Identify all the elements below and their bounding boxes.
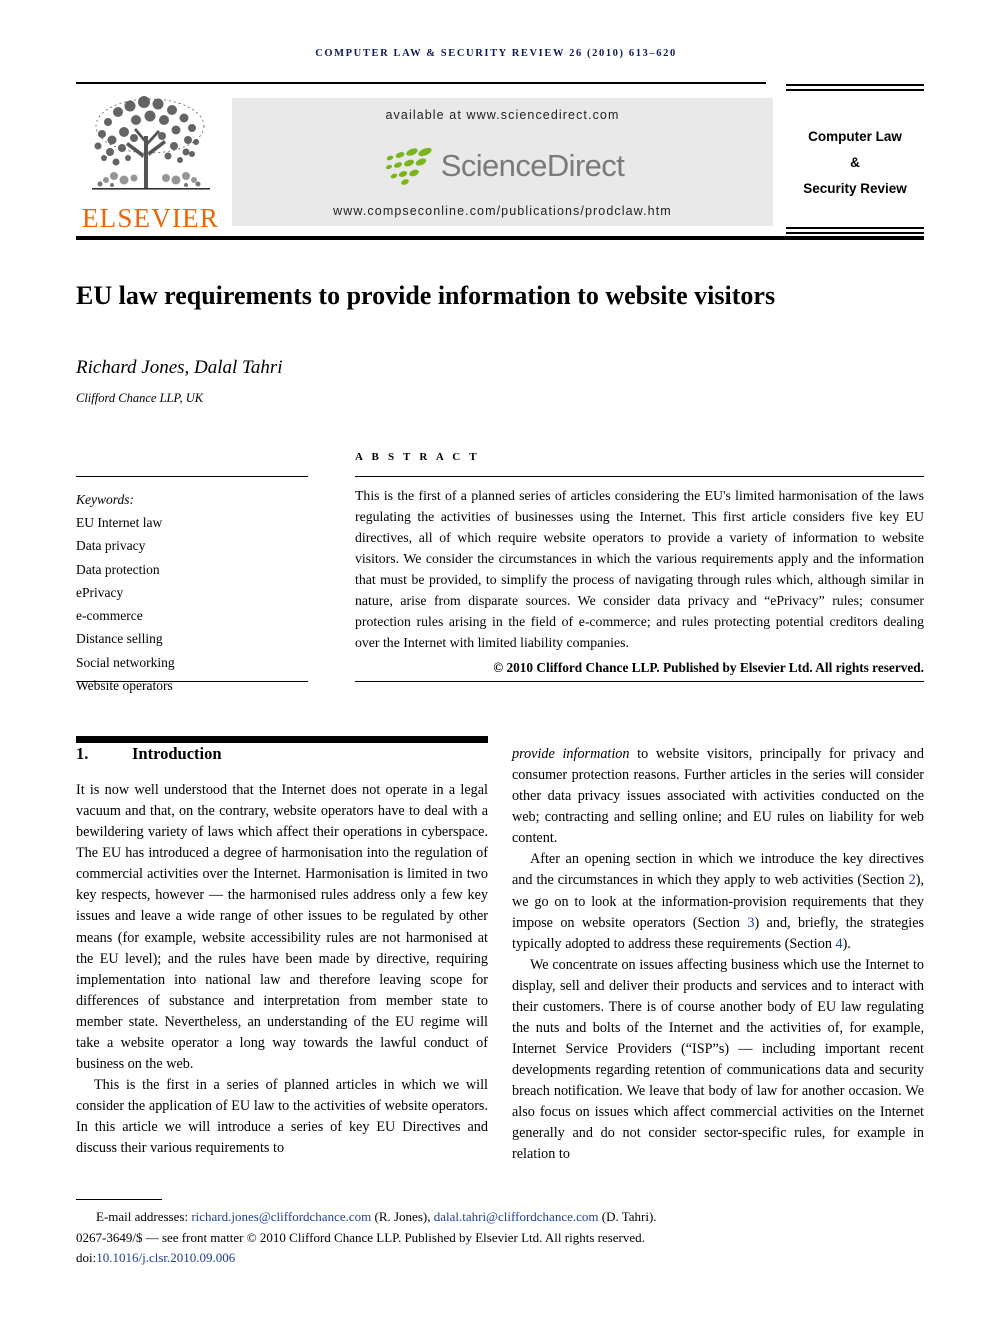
emphasis-text: provide information	[512, 746, 630, 762]
keyword-item: Data privacy	[76, 538, 146, 554]
section-4-link[interactable]: 4	[835, 936, 842, 952]
keywords-rule-top	[76, 476, 308, 477]
paragraph: This is the first in a series of planned…	[76, 1077, 488, 1157]
author-list: Richard Jones, Dalal Tahri	[76, 357, 283, 378]
journal-title-line-3: Security Review	[803, 181, 907, 197]
doi-line: doi:10.1016/j.clsr.2010.09.006	[76, 1248, 924, 1269]
abstract-label: A B S T R A C T	[355, 451, 480, 463]
section-2-link[interactable]: 2	[909, 872, 916, 888]
journal-title-box: Computer Law & Security Review	[786, 104, 924, 222]
email-attribution-tahri: (D. Tahri).	[601, 1209, 657, 1224]
elsevier-wordmark: ELSEVIER	[81, 203, 220, 233]
section-divider-bar	[76, 736, 488, 743]
paragraph: After an opening section in which we int…	[512, 849, 924, 954]
paragraph: provide information to website visitors,…	[512, 744, 924, 849]
sciencedirect-leaves-icon	[385, 147, 432, 185]
journal-title-ampersand: &	[850, 154, 860, 170]
paragraph: It is now well understood that the Inter…	[76, 782, 488, 1073]
body-column-left: It is now well understood that the Inter…	[76, 780, 488, 1159]
keyword-item: Website operators	[76, 677, 173, 693]
sciencedirect-band: available at www.sciencedirect.com Scien…	[232, 98, 773, 226]
section-number: 1.	[76, 744, 89, 763]
journal-box-rule-bottom-2	[786, 232, 924, 234]
keyword-item: Social networking	[76, 654, 175, 670]
issn-copyright-line: 0267-3649/$ — see front matter © 2010 Cl…	[76, 1229, 645, 1245]
paragraph-text: After an opening section in which we int…	[512, 851, 924, 889]
header-rule-left	[76, 82, 766, 84]
journal-title-line-1: Computer Law	[808, 128, 902, 144]
email-line: E-mail addresses: richard.jones@clifford…	[76, 1207, 924, 1228]
paragraph: We concentrate on issues affecting busin…	[512, 956, 924, 1163]
journal-article-page: Computer law & security review 26 (2010)…	[0, 0, 992, 1323]
abstract-copyright: © 2010 Clifford Chance LLP. Published by…	[493, 660, 924, 675]
doi-label: doi:	[76, 1250, 97, 1266]
email-attribution-jones: (R. Jones),	[374, 1209, 431, 1224]
paragraph-text: ).	[842, 935, 851, 952]
available-at-text: available at www.sciencedirect.com	[385, 108, 620, 122]
journal-box-rule-top-1	[786, 84, 924, 86]
footnote-block: E-mail addresses: richard.jones@clifford…	[76, 1207, 924, 1269]
keyword-item: Data protection	[76, 561, 160, 577]
running-head: Computer law & security review 26 (2010)…	[315, 48, 677, 59]
body-column-right: provide information to website visitors,…	[512, 744, 924, 1166]
email-label: E-mail addresses:	[96, 1209, 189, 1224]
keywords-block: Keywords: EU Internet law Data privacy D…	[76, 488, 316, 697]
abstract-rule-bottom	[355, 681, 924, 682]
section-title: Introduction	[132, 744, 222, 763]
elsevier-logo: ELSEVIER	[78, 92, 223, 232]
email-link-jones[interactable]: richard.jones@cliffordchance.com	[191, 1209, 371, 1224]
email-link-tahri[interactable]: dalal.tahri@cliffordchance.com	[434, 1209, 599, 1224]
journal-url: www.compseconline.com/publications/prodc…	[333, 204, 672, 218]
footnote-rule	[76, 1199, 162, 1200]
journal-box-rule-top-2	[786, 89, 924, 91]
journal-box-rule-bottom-1	[786, 227, 924, 229]
sciencedirect-logo: ScienceDirect	[232, 142, 773, 190]
keyword-item: ePrivacy	[76, 584, 124, 600]
abstract-rule-top	[355, 476, 924, 477]
elsevier-tree-icon	[92, 96, 210, 190]
keywords-heading: Keywords:	[76, 492, 134, 507]
keyword-item: e-commerce	[76, 608, 143, 624]
section-heading-introduction: 1. Introduction	[76, 744, 488, 764]
affiliation: Clifford Chance LLP, UK	[76, 391, 204, 405]
sciencedirect-wordmark: ScienceDirect	[440, 148, 625, 183]
keyword-item: Distance selling	[76, 631, 163, 647]
keyword-item: EU Internet law	[76, 515, 163, 531]
doi-link[interactable]: 10.1016/j.clsr.2010.09.006	[96, 1250, 235, 1265]
article-title: EU law requirements to provide informati…	[76, 281, 776, 311]
abstract-text: This is the first of a planned series of…	[355, 488, 924, 650]
masthead-thick-rule	[76, 236, 924, 240]
